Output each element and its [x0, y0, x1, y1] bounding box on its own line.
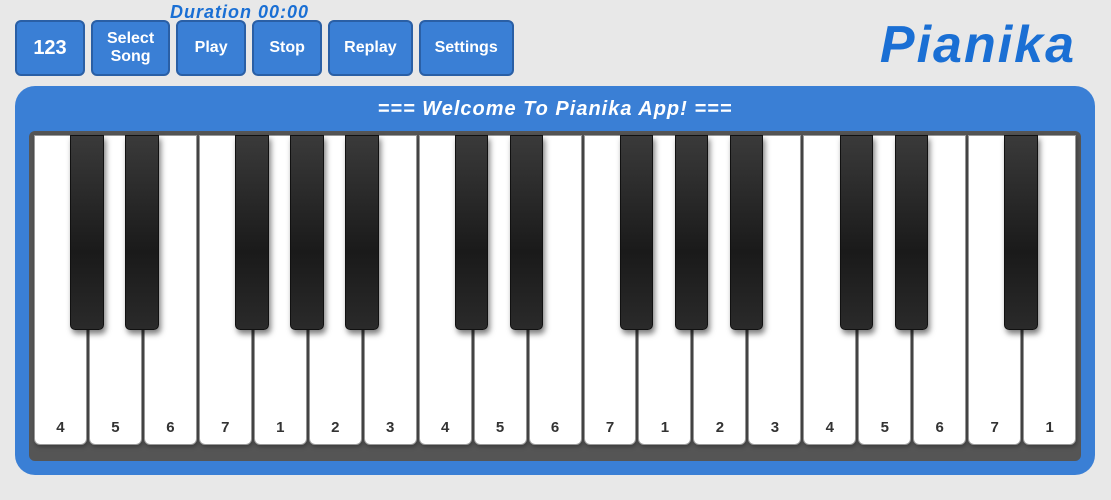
- key-number-label: 7: [991, 419, 999, 436]
- black-key-12[interactable]: [730, 135, 763, 330]
- key-number-label: 3: [386, 419, 394, 436]
- key-number-label: 6: [936, 419, 944, 436]
- piano-keyboard: 4 5 6 7 1 2 3 4 5 6 7 1 2 3 4 5 6 7 1: [29, 131, 1081, 461]
- key-number-label: 4: [826, 419, 834, 436]
- header: Duration 00:00 123 SelectSong Play Stop …: [15, 10, 1096, 76]
- key-number-label: 5: [496, 419, 504, 436]
- key-number-label: 2: [331, 419, 339, 436]
- black-key-5[interactable]: [345, 135, 378, 330]
- black-key-7[interactable]: [455, 135, 488, 330]
- black-key-14[interactable]: [840, 135, 873, 330]
- piano-container: === Welcome To Pianika App! === 45671234…: [15, 86, 1095, 475]
- black-key-1[interactable]: [125, 135, 158, 330]
- key-number-label: 4: [441, 419, 449, 436]
- key-number-label: 5: [111, 419, 119, 436]
- key-number-label: 6: [166, 419, 174, 436]
- black-key-17[interactable]: [1004, 135, 1037, 330]
- play-button[interactable]: Play: [176, 20, 246, 76]
- black-key-8[interactable]: [510, 135, 543, 330]
- key-number-label: 2: [716, 419, 724, 436]
- key-number-label: 1: [661, 419, 669, 436]
- btn-123[interactable]: 123: [15, 20, 85, 76]
- black-key-15[interactable]: [895, 135, 928, 330]
- duration-label: Duration 00:00: [170, 2, 309, 23]
- black-key-11[interactable]: [675, 135, 708, 330]
- black-key-0[interactable]: [70, 135, 103, 330]
- select-song-button[interactable]: SelectSong: [91, 20, 170, 76]
- key-number-label: 1: [1045, 419, 1053, 436]
- key-number-label: 5: [881, 419, 889, 436]
- key-number-label: 4: [56, 419, 64, 436]
- key-number-label: 3: [771, 419, 779, 436]
- key-number-label: 6: [551, 419, 559, 436]
- key-number-label: 7: [606, 419, 614, 436]
- app-title: Pianika: [880, 15, 1076, 75]
- settings-button[interactable]: Settings: [419, 20, 514, 76]
- black-key-3[interactable]: [235, 135, 268, 330]
- black-key-10[interactable]: [620, 135, 653, 330]
- key-number-label: 7: [221, 419, 229, 436]
- welcome-text: === Welcome To Pianika App! ===: [29, 98, 1081, 121]
- stop-button[interactable]: Stop: [252, 20, 322, 76]
- controls-bar: 123 SelectSong Play Stop Replay Settings: [15, 20, 514, 76]
- key-number-label: 1: [276, 419, 284, 436]
- replay-button[interactable]: Replay: [328, 20, 412, 76]
- black-key-4[interactable]: [290, 135, 323, 330]
